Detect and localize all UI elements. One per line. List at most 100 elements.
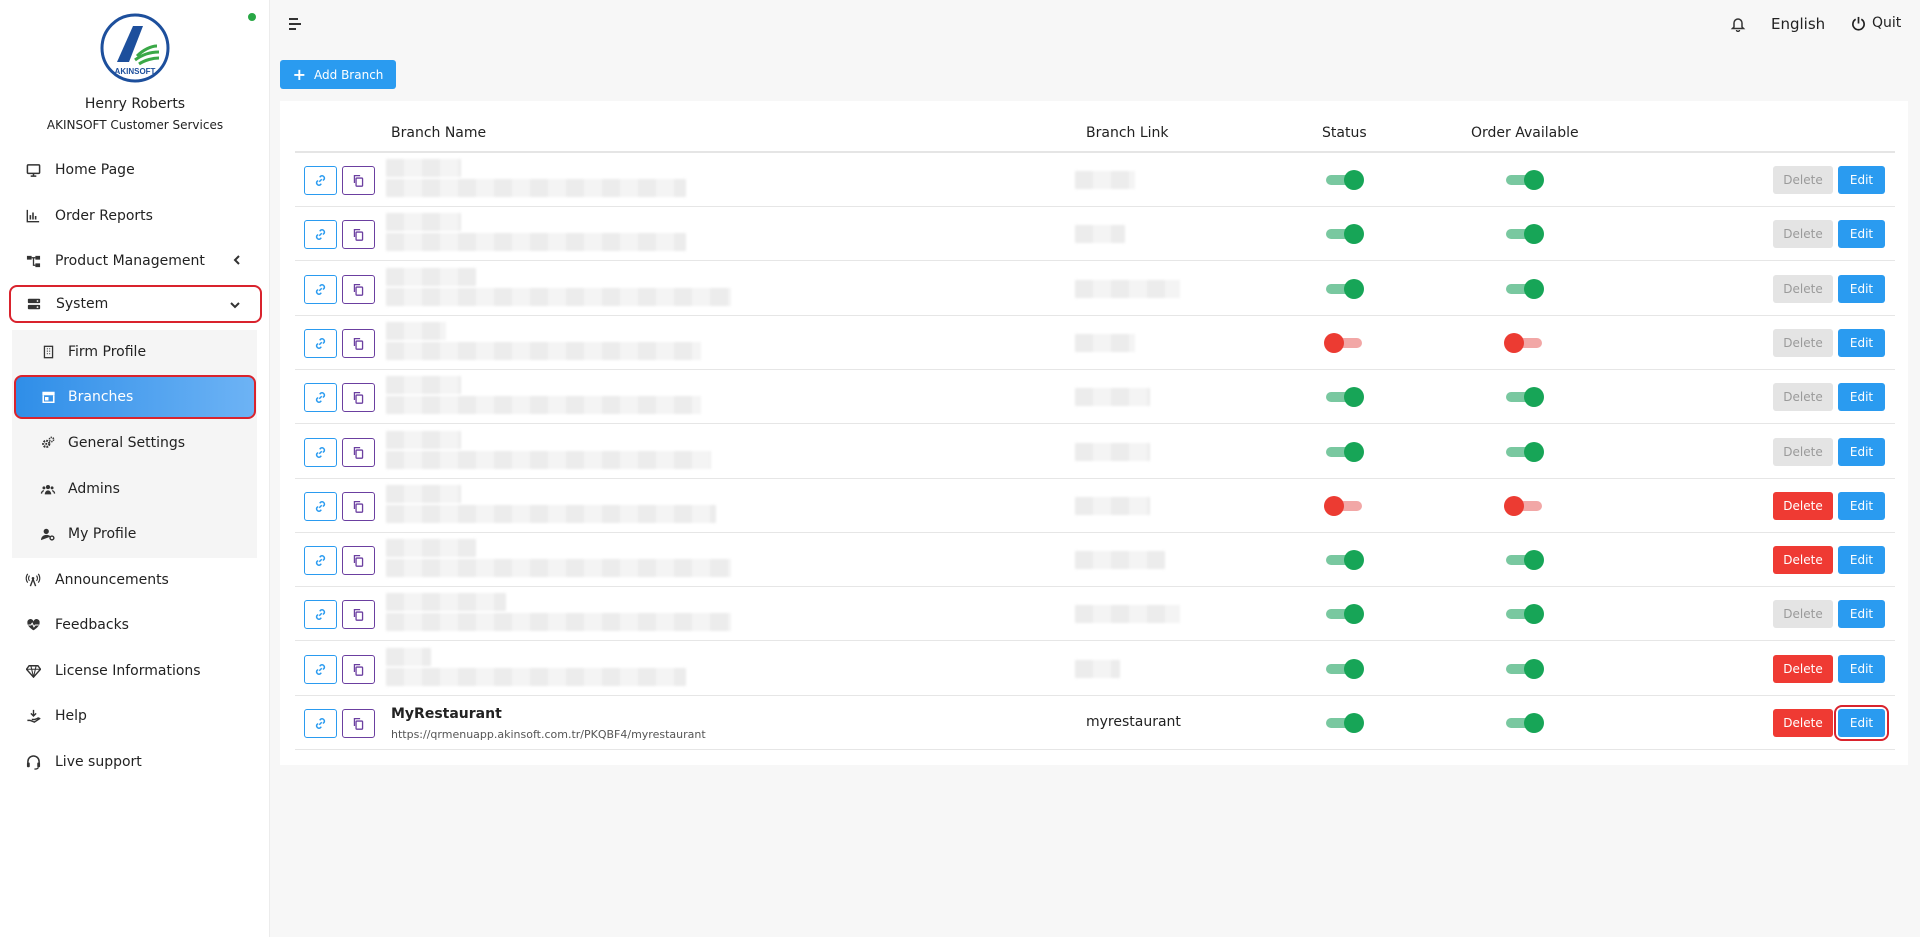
- redacted-branch-link: [1075, 279, 1180, 298]
- edit-button[interactable]: Edit: [1838, 546, 1885, 575]
- sidebar-item-order-reports[interactable]: Order Reports: [10, 197, 262, 235]
- delete-button[interactable]: Delete: [1773, 220, 1833, 249]
- sidebar-item-my-profile[interactable]: My Profile: [14, 515, 256, 553]
- sidebar-item-branches[interactable]: Branches: [14, 375, 256, 419]
- status-toggle[interactable]: [1324, 550, 1364, 571]
- sidebar-item-home-page[interactable]: Home Page: [10, 151, 262, 189]
- sidebar-item-admins[interactable]: Admins: [14, 470, 256, 508]
- order-available-toggle[interactable]: [1504, 224, 1544, 245]
- open-link-button[interactable]: [304, 274, 337, 304]
- quit-button[interactable]: Quit: [1851, 15, 1901, 31]
- add-branch-button[interactable]: + Add Branch: [280, 60, 396, 89]
- copy-link-button[interactable]: [342, 600, 375, 630]
- order-available-toggle[interactable]: [1504, 332, 1544, 353]
- delete-button[interactable]: Delete: [1773, 600, 1833, 629]
- copy-link-button[interactable]: [342, 328, 375, 358]
- edit-button[interactable]: Edit: [1838, 274, 1885, 303]
- chevron-left-icon: [233, 255, 240, 265]
- link-icon: [314, 608, 327, 621]
- copy-link-button[interactable]: [342, 166, 375, 195]
- copy-link-button[interactable]: [342, 274, 375, 304]
- delete-button[interactable]: Delete: [1773, 709, 1833, 737]
- sidebar-item-announcements[interactable]: Announcements: [10, 561, 262, 599]
- sidebar-item-firm-profile[interactable]: Firm Profile: [14, 333, 256, 371]
- delete-button[interactable]: Delete: [1773, 437, 1833, 466]
- open-link-button[interactable]: [304, 546, 337, 576]
- sidebar-item-feedbacks[interactable]: Feedbacks: [10, 606, 262, 644]
- status-toggle[interactable]: [1324, 604, 1364, 625]
- order-available-toggle[interactable]: [1504, 604, 1544, 625]
- open-link-button[interactable]: [304, 383, 337, 413]
- delete-button[interactable]: Delete: [1773, 274, 1833, 303]
- order-available-toggle[interactable]: [1504, 713, 1544, 733]
- hamburger-menu-icon[interactable]: [287, 16, 303, 32]
- order-available-toggle[interactable]: [1504, 441, 1544, 462]
- delete-button[interactable]: Delete: [1773, 654, 1833, 683]
- sidebar-item-general-settings[interactable]: General Settings: [14, 424, 256, 462]
- edit-button[interactable]: Edit: [1838, 220, 1885, 249]
- order-available-toggle[interactable]: [1504, 387, 1544, 408]
- open-link-button[interactable]: [304, 491, 337, 521]
- column-header-branch-name: Branch Name: [391, 125, 487, 141]
- sidebar-item-help[interactable]: Help: [10, 697, 262, 735]
- status-toggle[interactable]: [1324, 278, 1364, 299]
- sidebar-item-live-support[interactable]: Live support: [10, 743, 262, 781]
- open-link-button[interactable]: [304, 437, 337, 467]
- status-toggle[interactable]: [1324, 332, 1364, 353]
- delete-button[interactable]: Delete: [1773, 383, 1833, 412]
- status-toggle[interactable]: [1324, 224, 1364, 245]
- edit-button[interactable]: Edit: [1838, 600, 1885, 629]
- branch-url: https://qrmenuapp.akinsoft.com.tr/PKQBF4…: [391, 728, 706, 741]
- copy-link-button[interactable]: [342, 654, 375, 684]
- status-toggle[interactable]: [1324, 441, 1364, 462]
- quit-label: Quit: [1872, 15, 1902, 31]
- edit-button[interactable]: Edit: [1838, 709, 1885, 737]
- status-toggle[interactable]: [1324, 713, 1364, 733]
- language-selector[interactable]: English: [1771, 15, 1825, 33]
- status-toggle[interactable]: [1324, 495, 1364, 516]
- table-row: Delete Edit: [295, 207, 1895, 262]
- copy-link-button[interactable]: [342, 491, 375, 521]
- sidebar-item-label: Admins: [68, 481, 120, 497]
- link-icon: [314, 717, 327, 730]
- sidebar-item-license-informations[interactable]: License Informations: [10, 652, 262, 690]
- server-icon: [26, 296, 42, 312]
- copy-link-button[interactable]: [342, 546, 375, 576]
- bell-icon[interactable]: [1730, 16, 1746, 32]
- status-toggle[interactable]: [1324, 170, 1364, 190]
- copy-link-button[interactable]: [342, 437, 375, 467]
- edit-button[interactable]: Edit: [1838, 654, 1885, 683]
- order-available-toggle[interactable]: [1504, 550, 1544, 571]
- edit-button[interactable]: Edit: [1838, 328, 1885, 357]
- delete-button[interactable]: Delete: [1773, 166, 1833, 194]
- open-link-button[interactable]: [304, 166, 337, 195]
- copy-link-button[interactable]: [342, 220, 375, 250]
- order-available-toggle[interactable]: [1504, 278, 1544, 299]
- status-toggle[interactable]: [1324, 658, 1364, 679]
- open-link-button[interactable]: [304, 709, 337, 738]
- sidebar-item-product-management[interactable]: Product Management: [10, 242, 262, 280]
- order-available-toggle[interactable]: [1504, 495, 1544, 516]
- edit-button[interactable]: Edit: [1838, 437, 1885, 466]
- sidebar-item-label: License Informations: [55, 663, 201, 679]
- edit-button[interactable]: Edit: [1838, 383, 1885, 412]
- open-link-button[interactable]: [304, 654, 337, 684]
- status-toggle[interactable]: [1324, 387, 1364, 408]
- copy-link-button[interactable]: [342, 709, 375, 738]
- delete-button[interactable]: Delete: [1773, 546, 1833, 575]
- edit-button[interactable]: Edit: [1838, 491, 1885, 520]
- open-link-button[interactable]: [304, 328, 337, 358]
- copy-link-button[interactable]: [342, 383, 375, 413]
- open-link-button[interactable]: [304, 600, 337, 630]
- table-row: Delete Edit: [295, 316, 1895, 370]
- sidebar-item-system[interactable]: System: [9, 285, 262, 323]
- order-available-toggle[interactable]: [1504, 170, 1544, 190]
- user-gear-icon: [40, 526, 56, 542]
- edit-button[interactable]: Edit: [1838, 166, 1885, 194]
- delete-button[interactable]: Delete: [1773, 491, 1833, 520]
- order-available-toggle[interactable]: [1504, 658, 1544, 679]
- akinsoft-logo: AKINSOFT: [100, 13, 170, 83]
- copy-icon: [352, 500, 365, 513]
- open-link-button[interactable]: [304, 220, 337, 250]
- delete-button[interactable]: Delete: [1773, 328, 1833, 357]
